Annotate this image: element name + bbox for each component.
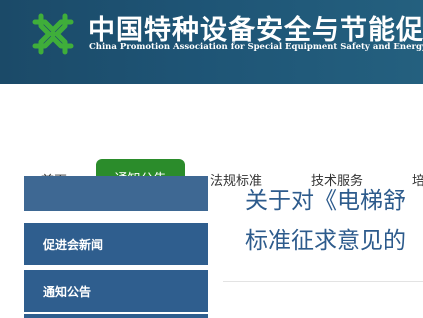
article-divider (223, 281, 423, 282)
article-title-line-2: 标准征求意见的 (245, 228, 406, 254)
article-title: 关于对《电梯舒 标准征求意见的 (245, 181, 423, 261)
sidebar-header (24, 176, 208, 211)
sidebar-item-news[interactable]: 促进会新闻 (24, 223, 208, 265)
site-subtitle: China Promotion Association for Special … (89, 42, 423, 52)
sidebar-item-notices[interactable]: 通知公告 (24, 270, 208, 312)
article-title-line-1: 关于对《电梯舒 (245, 188, 406, 214)
sidebar-item-next[interactable] (24, 314, 208, 318)
association-logo-icon[interactable] (27, 8, 79, 60)
site-header: 中国特种设备安全与节能促进 China Promotion Associatio… (0, 0, 423, 84)
